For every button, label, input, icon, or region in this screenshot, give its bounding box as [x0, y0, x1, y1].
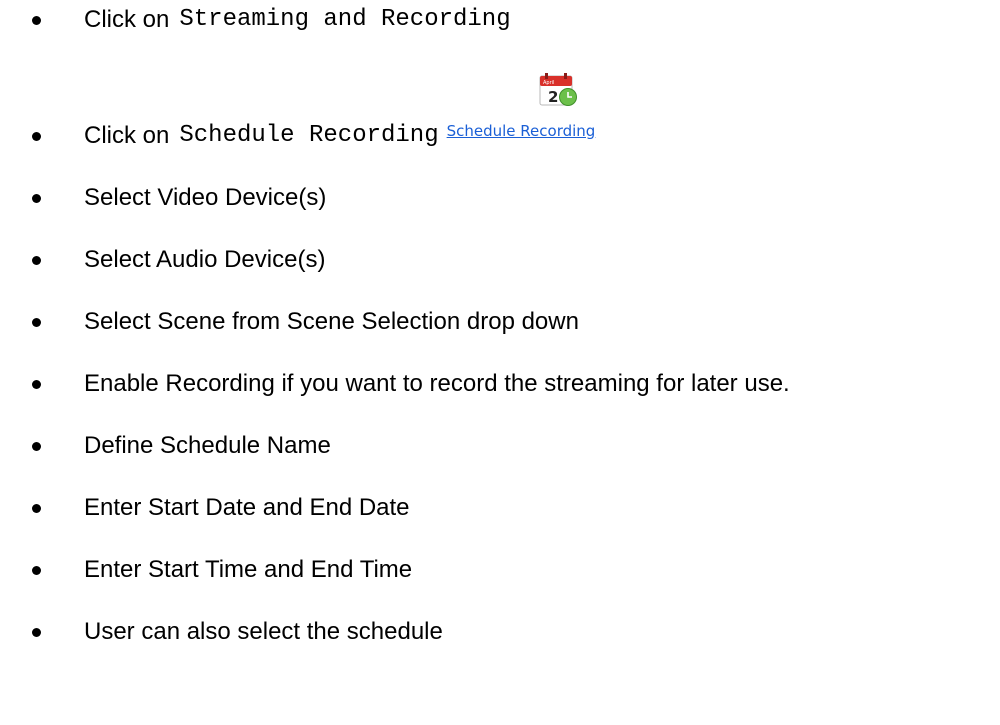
step-code: Streaming and Recording	[179, 6, 511, 33]
step-prefix: Click on	[84, 122, 170, 149]
step-prefix: Click on	[84, 6, 170, 33]
bullet-icon	[32, 441, 41, 451]
step-code: Schedule Recording	[179, 122, 439, 149]
list-item: Enter Start Time and End Time	[32, 550, 412, 590]
step-text: Select Video Device(s)	[84, 184, 327, 211]
calendar-month: April	[543, 80, 554, 86]
step-text: Enter Start Time and End Time	[84, 556, 413, 583]
bullet-icon	[32, 15, 41, 25]
bullet-icon	[32, 317, 41, 327]
list-item: Click on Streaming and Recording	[32, 0, 511, 40]
step-text: Select Audio Device(s)	[84, 246, 326, 273]
step-text: Enable Recording if you want to record t…	[84, 370, 790, 397]
step-text: Select Scene from Scene Selection drop d…	[84, 308, 579, 335]
list-item: Select Video Device(s)	[32, 178, 326, 218]
list-item: Define Schedule Name	[32, 426, 331, 466]
calendar-day: 2	[548, 88, 558, 106]
schedule-recording-link-group[interactable]: April 2 Schedule Recording	[447, 73, 595, 156]
bullet-icon	[32, 131, 41, 141]
list-item: User can also select the schedule	[32, 612, 443, 652]
step-text: Enter Start Date and End Date	[84, 494, 410, 521]
bullet-icon	[32, 627, 41, 637]
list-item: Click on Schedule Recording April 2 Sched…	[32, 73, 595, 156]
bullet-icon	[32, 565, 41, 575]
bullet-icon	[32, 379, 41, 389]
calendar-schedule-icon[interactable]: April 2	[539, 72, 577, 106]
list-item: Select Scene from Scene Selection drop d…	[32, 302, 579, 342]
bullet-icon	[32, 193, 41, 203]
schedule-recording-link[interactable]: Schedule Recording	[447, 124, 596, 139]
list-item: Select Audio Device(s)	[32, 240, 325, 280]
list-item: Enable Recording if you want to record t…	[32, 364, 790, 404]
bullet-icon	[32, 503, 41, 513]
bullet-icon	[32, 255, 41, 265]
step-text: User can also select the schedule	[84, 618, 443, 645]
list-item: Enter Start Date and End Date	[32, 488, 410, 528]
step-text: Define Schedule Name	[84, 432, 331, 459]
